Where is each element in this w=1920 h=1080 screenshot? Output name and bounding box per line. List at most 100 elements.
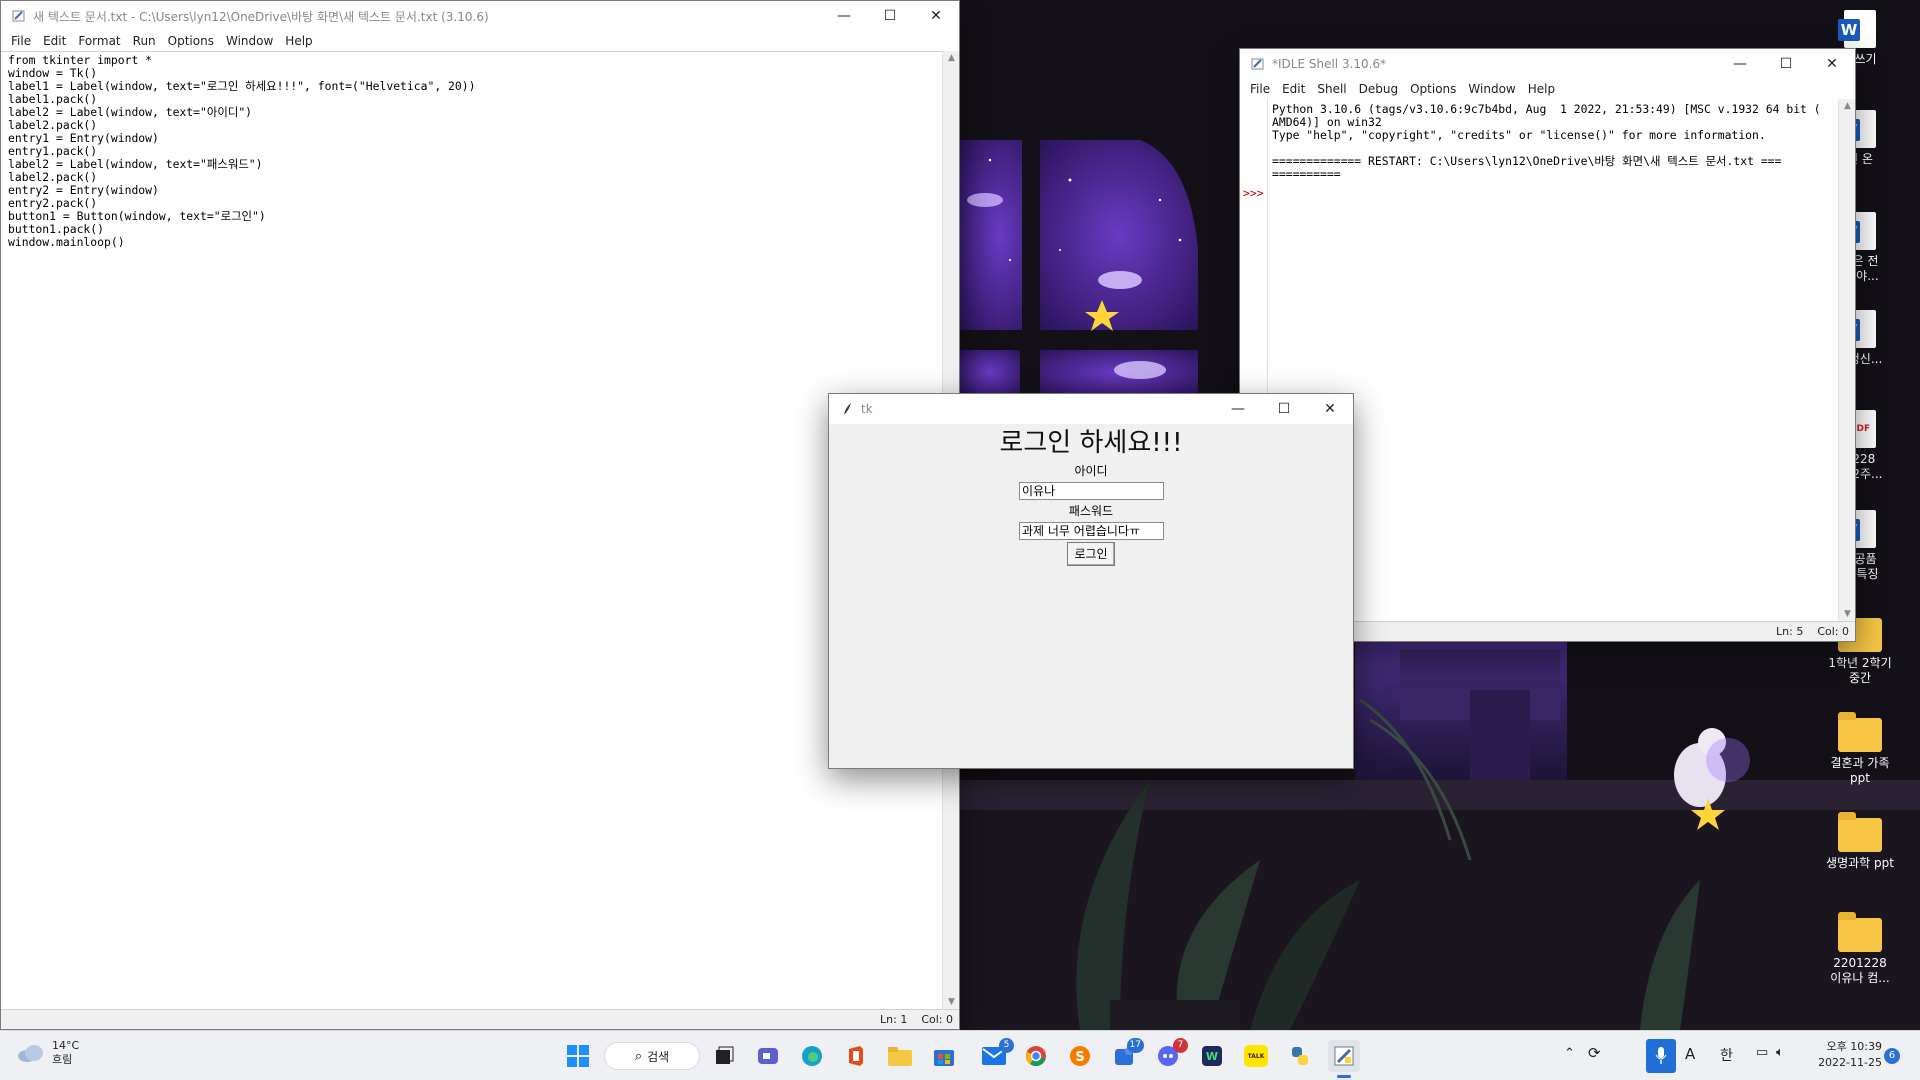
file-explorer-app[interactable] (884, 1040, 916, 1072)
weather-widget[interactable]: 14°C 흐림 (16, 1039, 79, 1067)
code-line: button1 = Button(window, text="로그인") (8, 209, 266, 223)
code-line: label1 = Label(window, text="로그인 하세요!!!"… (8, 79, 476, 93)
maximize-icon[interactable]: ☐ (867, 1, 913, 31)
sync-icon[interactable]: ⟳ (1588, 1044, 1601, 1062)
tk-window: tk — ☐ ✕ 로그인 하세요!!! 아이디 이유나 패스워드 과제 너무 어… (828, 393, 1354, 769)
microphone-button[interactable] (1646, 1039, 1676, 1073)
meet-app[interactable] (752, 1040, 784, 1072)
microphone-icon (1655, 1047, 1667, 1064)
shell-line: ========== (1272, 167, 1341, 181)
ime-korean[interactable]: 한 (1720, 1045, 1733, 1065)
store-app[interactable] (928, 1040, 960, 1072)
close-icon[interactable]: ✕ (1809, 49, 1855, 79)
webtoon-app[interactable]: W (1196, 1040, 1228, 1072)
clock[interactable]: 오후 10:39 2022-11-25 (1806, 1039, 1882, 1071)
scroll-down-icon[interactable]: ▼ (943, 997, 960, 1007)
maximize-icon[interactable]: ☐ (1763, 49, 1809, 79)
volume-icon[interactable]: 🔈︎ (1776, 1045, 1784, 1060)
teams-app[interactable]: 17 (1108, 1038, 1144, 1072)
desktop-icon-label: 결혼과 가족 ppt (1830, 756, 1890, 785)
kakaotalk-app[interactable]: TALK (1240, 1040, 1272, 1072)
weather-desc: 흐림 (52, 1053, 73, 1066)
desktop-icon-label: 생명과학 ppt (1826, 856, 1894, 870)
menu-format[interactable]: Format (72, 34, 126, 48)
network-icon[interactable]: ▭ (1756, 1045, 1768, 1060)
python-icon (1292, 1047, 1308, 1065)
active-indicator (1337, 1075, 1351, 1078)
scroll-up-icon[interactable]: ▲ (1839, 101, 1856, 111)
webtoon-icon: W (1202, 1046, 1222, 1066)
tk-id-entry[interactable]: 이유나 (1019, 482, 1164, 500)
desktop-icon-folder-2[interactable]: 결혼과 가족 ppt (1820, 712, 1900, 786)
close-icon[interactable]: ✕ (913, 1, 959, 31)
maximize-icon[interactable]: ☐ (1261, 394, 1307, 424)
editor-titlebar[interactable]: 새 텍스트 문서.txt - C:\Users\lyn12\OneDrive\바… (1, 1, 959, 31)
menu-run[interactable]: Run (127, 34, 162, 48)
svg-text:W: W (1206, 1050, 1218, 1063)
tray-overflow-button[interactable]: ⌃ (1564, 1046, 1575, 1061)
menu-shell[interactable]: Shell (1311, 82, 1352, 96)
clock-date: 2022-11-25 (1818, 1056, 1882, 1069)
ime-language[interactable]: A (1685, 1045, 1695, 1063)
menu-help[interactable]: Help (279, 34, 318, 48)
shell-output[interactable]: Python 3.10.6 (tags/v3.10.6:9c7b4bd, Aug… (1272, 99, 1838, 621)
tk-id-label: 아이디 (1074, 464, 1108, 478)
minimize-icon[interactable]: — (1717, 49, 1763, 79)
tk-titlebar[interactable]: tk — ☐ ✕ (829, 394, 1353, 424)
menu-file[interactable]: File (1244, 82, 1276, 96)
shell-scrollbar[interactable]: ▲ ▼ (1838, 99, 1855, 621)
notification-badge[interactable]: 6 (1884, 1048, 1900, 1064)
windows-icon (567, 1045, 589, 1067)
menu-options[interactable]: Options (162, 34, 220, 48)
minimize-icon[interactable]: — (1215, 394, 1261, 424)
mail-app[interactable]: 5 (978, 1038, 1014, 1072)
weather-temp: 14°C (52, 1039, 80, 1052)
code-line: entry2 = Entry(window) (8, 183, 159, 197)
desktop-icon-folder-4[interactable]: 2201228 이유나 컴... (1820, 912, 1900, 986)
menu-edit[interactable]: Edit (37, 34, 72, 48)
menu-file[interactable]: File (5, 34, 37, 48)
taskbar: 14°C 흐림 ⌕ 검색 5 S 17 7 W TALK ⌃ ⟳ A 한 ▭ 🔈… (0, 1030, 1920, 1080)
start-button[interactable] (562, 1040, 594, 1072)
minimize-icon[interactable]: — (821, 1, 867, 31)
close-icon[interactable]: ✕ (1307, 394, 1353, 424)
shell-titlebar[interactable]: *IDLE Shell 3.10.6* — ☐ ✕ (1240, 49, 1855, 79)
tk-heading: 로그인 하세요!!! (999, 428, 1183, 458)
code-line: label2 = Label(window, text="아이디") (8, 105, 253, 119)
code-line: label2 = Label(window, text="패스워드") (8, 157, 263, 171)
tk-pw-entry[interactable]: 과제 너무 어렵습니다ㅠ (1019, 522, 1164, 540)
clock-time: 오후 10:39 (1826, 1040, 1882, 1053)
menu-debug[interactable]: Debug (1353, 82, 1404, 96)
desktop-icon-label: 1학년 2학기 중간 (1828, 656, 1892, 685)
scroll-up-icon[interactable]: ▲ (943, 53, 960, 63)
menu-options[interactable]: Options (1404, 82, 1462, 96)
menu-help[interactable]: Help (1522, 82, 1561, 96)
discord-badge: 7 (1173, 1038, 1188, 1053)
store-icon (934, 1050, 954, 1066)
office-app[interactable] (840, 1040, 872, 1072)
desktop-icon-folder-3[interactable]: 생명과학 ppt (1820, 812, 1900, 871)
idle-app-active[interactable] (1328, 1040, 1360, 1078)
chrome-icon (1026, 1046, 1046, 1066)
menu-window[interactable]: Window (220, 34, 279, 48)
python-app[interactable] (1284, 1040, 1316, 1072)
editor-text-area[interactable]: from tkinter import * window = Tk() labe… (1, 51, 942, 1009)
chrome-app[interactable] (1020, 1040, 1052, 1072)
desktop: 글쓰기 년 온 년은 전 이 야... 긴정신... PDF1228 나 2주.… (0, 0, 1920, 1030)
shell-line: Type "help", "copyright", "credits" or "… (1272, 128, 1766, 142)
menu-window[interactable]: Window (1462, 82, 1521, 96)
svg-text:S: S (1075, 1050, 1084, 1065)
tk-login-button[interactable]: 로그인 (1067, 542, 1115, 566)
word-file-icon (1838, 10, 1876, 48)
taskbar-search[interactable]: ⌕ 검색 (604, 1042, 700, 1070)
editor-statusbar: Ln: 1 Col: 0 (1, 1009, 959, 1029)
video-camera-icon (758, 1048, 778, 1064)
scroll-down-icon[interactable]: ▼ (1839, 609, 1856, 619)
task-view-button[interactable] (708, 1040, 740, 1072)
discord-app[interactable]: 7 (1152, 1038, 1188, 1072)
edge-app[interactable] (796, 1040, 828, 1072)
code-line: entry1 = Entry(window) (8, 131, 159, 145)
s-app[interactable]: S (1064, 1040, 1096, 1072)
menu-edit[interactable]: Edit (1276, 82, 1311, 96)
code-line: window.mainloop() (8, 235, 125, 249)
